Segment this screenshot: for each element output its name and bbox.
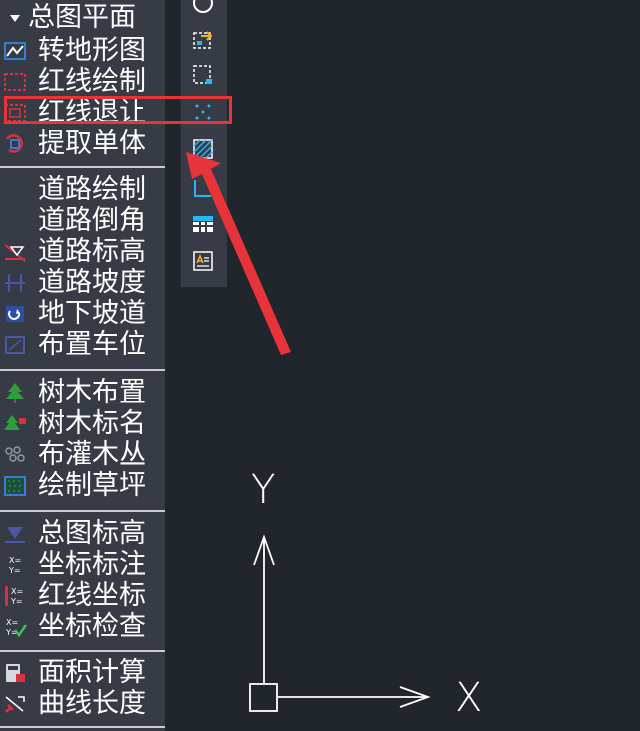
y-axis-label: Y <box>251 467 276 513</box>
ucs-icon <box>249 534 431 712</box>
x-axis-label: X <box>455 675 483 721</box>
